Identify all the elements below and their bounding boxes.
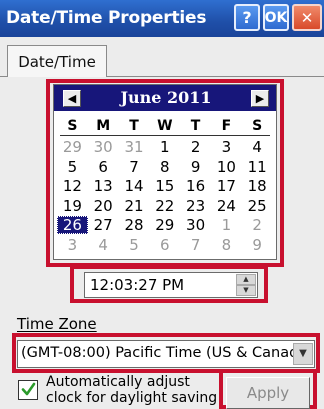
calendar-day[interactable]: 13 [88,177,119,195]
apply-button[interactable]: Apply [226,377,310,409]
calendar-day[interactable]: 9 [242,236,273,254]
calendar-day[interactable]: 5 [119,236,150,254]
calendar-day[interactable]: 22 [149,197,180,215]
month-calendar: ◀ June 2011 ▶ SMTWTFS 29 30 31 1 2 3 4 5 6 7 8 9 10 1… [53,84,277,260]
calendar-day[interactable]: 8 [211,236,242,254]
calendar-day[interactable]: 4 [88,236,119,254]
day-grid: 29 30 31 1 2 3 4 5 6 7 8 9 10 11 12 13 14 15 16 17 18 19 20 21 2… [57,138,273,255]
calendar-day[interactable]: 30 [180,216,211,234]
calendar-day[interactable]: 27 [88,216,119,234]
spin-up-icon[interactable]: ▲ [236,274,256,285]
calendar-day[interactable]: 29 [57,138,88,156]
title-bar: Date/Time Properties ? OK ✕ [0,0,324,37]
calendar-week-row: 12 13 14 15 16 17 18 [57,177,273,197]
calendar-day[interactable]: 7 [180,236,211,254]
previous-month-button[interactable]: ◀ [63,90,81,107]
calendar-day[interactable]: 25 [242,197,273,215]
daylight-saving-checkbox[interactable] [18,380,38,400]
calendar-day[interactable]: 3 [57,236,88,254]
calendar-day[interactable]: 8 [149,158,180,176]
help-button[interactable]: ? [234,4,260,31]
calendar-header: ◀ June 2011 ▶ [54,85,276,111]
calendar-day[interactable]: 15 [149,177,180,195]
weekday-label: M [96,118,111,134]
calendar-week-row: 29 30 31 1 2 3 4 [57,138,273,158]
calendar-day[interactable]: 20 [88,197,119,215]
calendar-day[interactable]: 31 [119,138,150,156]
weekday-label: S [67,118,78,134]
calendar-day[interactable]: 28 [119,216,150,234]
calendar-day[interactable]: 1 [149,138,180,156]
weekday-label: T [129,118,139,134]
time-spinner[interactable]: ▲ ▼ [236,274,256,296]
close-icon: ✕ [300,8,314,27]
weekday-divider [60,135,270,136]
time-value[interactable]: 12:03:27 PM [90,276,184,294]
weekday-label: W [157,118,173,134]
calendar-day[interactable]: 12 [57,177,88,195]
time-zone-label: Time Zone [17,315,97,333]
calendar-day[interactable]: 17 [211,177,242,195]
window-title: Date/Time Properties [6,8,207,28]
calendar-day[interactable]: 24 [211,197,242,215]
tab-date-time[interactable]: Date/Time [7,45,107,77]
calendar-day[interactable]: 4 [242,138,273,156]
calendar-day[interactable]: 2 [180,138,211,156]
calendar-day[interactable]: 3 [211,138,242,156]
calendar-day[interactable]: 11 [242,158,273,176]
time-zone-value[interactable]: (GMT-08:00) Pacific Time (US & Canada) [21,345,293,361]
ok-button[interactable]: OK [263,4,289,31]
calendar-day[interactable]: 10 [211,158,242,176]
calendar-day[interactable]: 23 [180,197,211,215]
weekday-header-row: SMTWTFS [57,118,273,134]
calendar-week-row: 26 27 28 29 30 1 2 [57,216,273,236]
calendar-day[interactable]: 9 [180,158,211,176]
spin-down-icon[interactable]: ▼ [236,285,256,296]
calendar-day[interactable]: 14 [119,177,150,195]
weekday-label: S [252,118,263,134]
calendar-day[interactable]: 2 [242,216,273,234]
calendar-day[interactable]: 16 [180,177,211,195]
calendar-day[interactable]: 21 [119,197,150,215]
calendar-week-row: 19 20 21 22 23 24 25 [57,197,273,217]
month-year-label[interactable]: June 2011 [94,88,238,107]
calendar-day[interactable]: 1 [211,216,242,234]
chevron-down-icon[interactable]: ▼ [293,343,313,365]
time-zone-select[interactable]: (GMT-08:00) Pacific Time (US & Canada) ▼ [17,340,315,368]
calendar-day[interactable]: 30 [88,138,119,156]
calendar-day-selected[interactable]: 26 [57,216,88,234]
close-button[interactable]: ✕ [292,4,322,31]
arrow-left-icon: ◀ [67,92,77,105]
calendar-week-row: 3456789 [57,236,273,256]
tab-active-gap [8,76,106,77]
check-icon [21,382,36,396]
calendar-week-row: 5 6 7 8 9 10 11 [57,158,273,178]
calendar-day[interactable]: 29 [149,216,180,234]
daylight-saving-label: Automatically adjust clock for daylight … [46,374,218,406]
calendar-day[interactable]: 5 [57,158,88,176]
calendar-day[interactable]: 6 [88,158,119,176]
time-picker[interactable]: 12:03:27 PM ▲ ▼ [84,272,258,298]
weekday-label: T [190,118,201,134]
calendar-day[interactable]: 18 [242,177,273,195]
arrow-right-icon: ▶ [255,92,265,105]
calendar-day[interactable]: 6 [149,236,180,254]
calendar-day[interactable]: 19 [57,197,88,215]
calendar-day[interactable]: 7 [119,158,150,176]
next-month-button[interactable]: ▶ [251,90,269,107]
weekday-label: F [221,118,232,134]
